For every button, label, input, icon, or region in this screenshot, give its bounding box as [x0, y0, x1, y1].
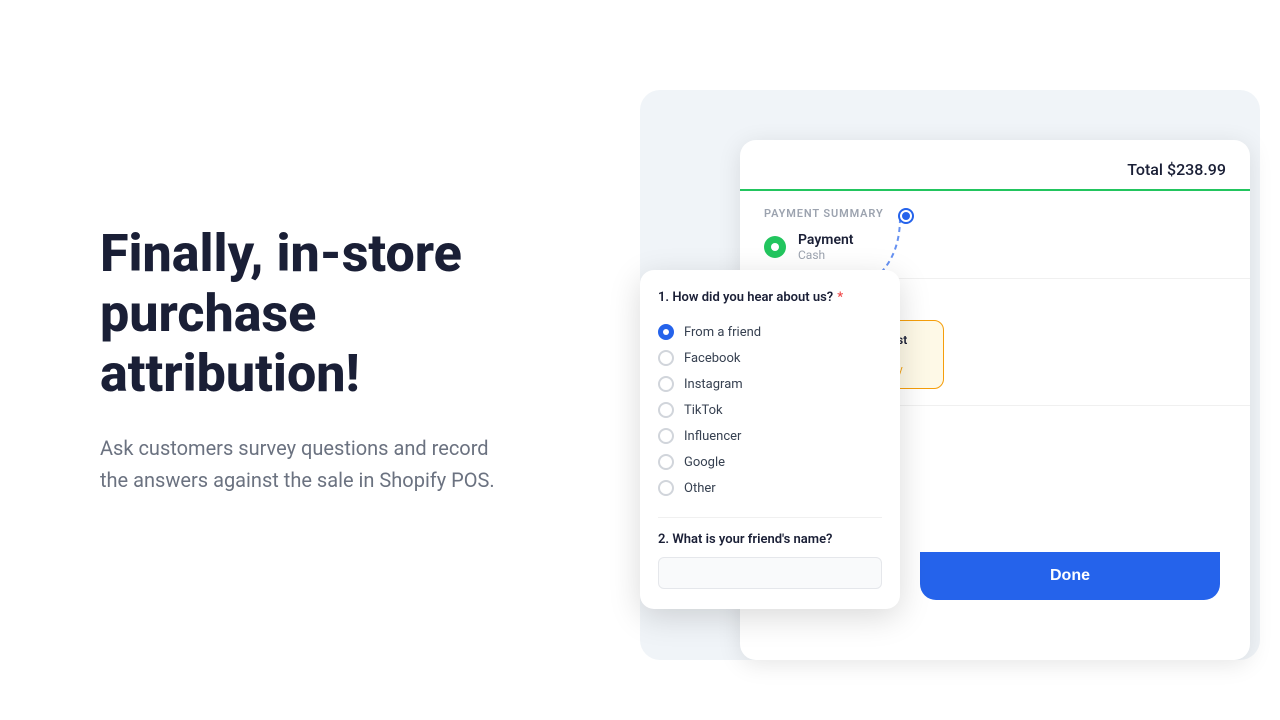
option-label-instagram: Instagram	[684, 377, 743, 392]
option-label-facebook: Facebook	[684, 351, 740, 366]
radio-other	[658, 480, 674, 496]
option-influencer[interactable]: Influencer	[658, 423, 882, 449]
option-google[interactable]: Google	[658, 449, 882, 475]
right-panel: Total $238.99 PAYMENT SUMMARY Payment Ca…	[560, 0, 1280, 720]
option-facebook[interactable]: Facebook	[658, 345, 882, 371]
subtext: Ask customers survey questions and recor…	[100, 432, 500, 496]
option-tiktok[interactable]: TikTok	[658, 397, 882, 423]
option-label-other: Other	[684, 481, 716, 496]
left-panel: Finally, in-store purchase attribution! …	[0, 164, 560, 555]
survey-popup: 1. How did you hear about us? * From a f…	[640, 270, 900, 609]
survey-q1-label: 1. How did you hear about us? *	[658, 290, 882, 305]
option-from-a-friend[interactable]: From a friend	[658, 319, 882, 345]
option-label-tiktok: TikTok	[684, 403, 723, 418]
survey-q2-input[interactable]	[658, 557, 882, 589]
option-label-influencer: Influencer	[684, 429, 741, 444]
option-label-google: Google	[684, 455, 725, 470]
required-star: *	[837, 290, 843, 305]
radio-tiktok	[658, 402, 674, 418]
option-instagram[interactable]: Instagram	[658, 371, 882, 397]
payment-dot	[764, 236, 786, 258]
connector-dot-start	[900, 210, 912, 222]
total-text: Total $238.99	[1127, 160, 1226, 179]
radio-facebook	[658, 350, 674, 366]
receipt-header: Total $238.99	[740, 140, 1250, 191]
radio-instagram	[658, 376, 674, 392]
radio-from-a-friend	[658, 324, 674, 340]
option-label-from-a-friend: From a friend	[684, 325, 761, 340]
survey-options: From a friend Facebook Instagram TikTok …	[658, 319, 882, 501]
survey-q2-label: 2. What is your friend's name?	[658, 532, 882, 547]
done-button[interactable]: Done	[920, 552, 1220, 600]
headline: Finally, in-store purchase attribution!	[100, 224, 500, 403]
survey-q2: 2. What is your friend's name?	[658, 517, 882, 589]
option-other[interactable]: Other	[658, 475, 882, 501]
radio-influencer	[658, 428, 674, 444]
radio-google	[658, 454, 674, 470]
